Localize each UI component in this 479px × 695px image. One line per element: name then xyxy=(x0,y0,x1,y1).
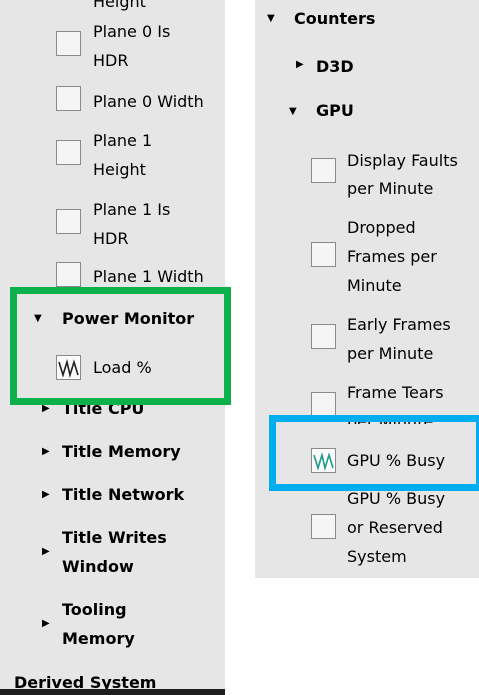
d3d-label: D3D xyxy=(316,57,354,76)
expanded-arrow-icon[interactable]: ▼ xyxy=(289,106,297,118)
frame-tears-label-line1: Frame Tears xyxy=(347,383,444,402)
plane1-height-label-line2: Height xyxy=(93,160,146,179)
counters-panel-right: ▼ Counters ▶ D3D ▼ GPU Display Faults pe… xyxy=(255,0,479,578)
plane0-width-checkbox[interactable] xyxy=(56,86,81,111)
plane1-width-checkbox[interactable] xyxy=(56,262,81,287)
early-frames-label-line2: per Minute xyxy=(347,344,434,363)
gpu-label: GPU xyxy=(316,101,354,120)
title-writes-window-label-line2: Window xyxy=(62,557,134,576)
gpu-busy-reserved-checkbox[interactable] xyxy=(311,514,336,539)
plane1-height-checkbox[interactable] xyxy=(56,140,81,165)
tooling-memory-label-line2: Memory xyxy=(62,629,135,648)
plane0-hdr-label-line1: Plane 0 Is xyxy=(93,22,171,41)
title-memory-label: Title Memory xyxy=(62,442,181,461)
plane1-height-label-line1: Plane 1 xyxy=(93,131,153,150)
plane1-hdr-checkbox[interactable] xyxy=(56,209,81,234)
collapsed-arrow-icon[interactable]: ▶ xyxy=(42,546,50,558)
collapsed-arrow-icon[interactable]: ▶ xyxy=(42,618,50,630)
power-monitor-highlight xyxy=(10,287,231,405)
title-network-label: Title Network xyxy=(62,485,185,504)
height-label: Height xyxy=(93,0,146,11)
plane1-hdr-label-line1: Plane 1 Is xyxy=(93,200,171,219)
early-frames-label-line1: Early Frames xyxy=(347,315,451,334)
bottom-border xyxy=(0,689,225,695)
tooling-memory-label-line1: Tooling xyxy=(62,600,127,619)
collapsed-arrow-icon[interactable]: ▶ xyxy=(42,446,50,458)
title-writes-window-label-line1: Title Writes xyxy=(62,528,167,547)
frame-tears-checkbox[interactable] xyxy=(311,392,336,417)
dropped-frames-label-line2: Frames per xyxy=(347,247,437,266)
gpu-busy-reserved-label-line3: System xyxy=(347,547,407,566)
plane0-width-label: Plane 0 Width xyxy=(93,92,204,111)
display-faults-label-line1: Display Faults xyxy=(347,151,458,170)
plane1-hdr-label-line2: HDR xyxy=(93,229,129,248)
counters-label: Counters xyxy=(294,9,376,28)
dropped-frames-checkbox[interactable] xyxy=(311,242,336,267)
dropped-frames-label-line3: Minute xyxy=(347,276,402,295)
expanded-arrow-icon[interactable]: ▼ xyxy=(267,13,275,25)
plane0-hdr-label-line2: HDR xyxy=(93,51,129,70)
gpu-busy-highlight xyxy=(269,415,479,491)
plane0-hdr-checkbox[interactable] xyxy=(56,31,81,56)
gpu-busy-reserved-label-line2: or Reserved xyxy=(347,518,443,537)
early-frames-checkbox[interactable] xyxy=(311,324,336,349)
display-faults-checkbox[interactable] xyxy=(311,158,336,183)
dropped-frames-label-line1: Dropped xyxy=(347,218,416,237)
collapsed-arrow-icon[interactable]: ▶ xyxy=(42,489,50,501)
collapsed-arrow-icon[interactable]: ▶ xyxy=(296,59,304,71)
display-faults-label-line2: per Minute xyxy=(347,179,434,198)
